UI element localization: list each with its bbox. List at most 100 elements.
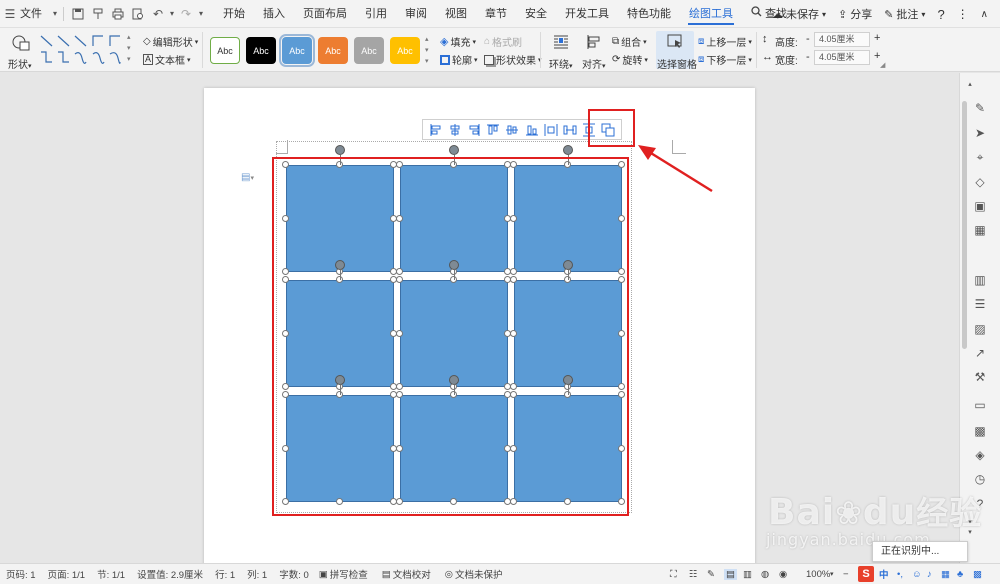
help-icon[interactable]: ? xyxy=(931,7,950,22)
share-button[interactable]: ⇪ 分享 xyxy=(832,6,878,22)
skin-icon[interactable]: ♣ xyxy=(957,569,963,580)
more-icon[interactable]: ⋮ xyxy=(951,7,975,21)
zoom-level[interactable]: 100% xyxy=(806,569,830,580)
chart-icon[interactable]: ▥ xyxy=(972,272,988,288)
comment-button[interactable]: ✎ 批注 ▾ xyxy=(878,6,931,22)
rotate-handle-icon[interactable] xyxy=(563,145,573,155)
scroll-up-icon[interactable]: ▴ xyxy=(962,76,978,92)
toolbox-icon[interactable]: ▩ xyxy=(973,569,982,580)
doc-proof-button[interactable]: ▤ 文档校对 xyxy=(382,567,431,582)
save-icon[interactable] xyxy=(68,0,88,28)
brush-icon[interactable]: ◇ xyxy=(972,174,988,190)
tab-developer[interactable]: 开发工具 xyxy=(556,0,618,28)
zoom-out-button[interactable]: − xyxy=(843,569,849,580)
microphone-icon[interactable]: ♪ xyxy=(927,569,932,580)
location-pin-icon[interactable]: ⌖ xyxy=(972,149,988,165)
select-pane-button[interactable]: 选择窗格 xyxy=(656,31,697,71)
image-icon[interactable]: ▨ xyxy=(972,321,988,337)
page-number[interactable]: 页码: 1 xyxy=(6,567,36,581)
tools-icon[interactable]: ⚒ xyxy=(972,369,988,385)
paragraph-layout-icon[interactable]: ▤▾ xyxy=(241,172,254,183)
scroll-down-fast-icon[interactable]: ▾ xyxy=(962,524,978,540)
picture-icon[interactable]: ▩ xyxy=(972,423,988,439)
print-preview-icon[interactable] xyxy=(128,0,148,28)
shield-icon[interactable]: ◈ xyxy=(972,447,988,463)
gallery-scroll[interactable]: ▴ ▾ ▾ xyxy=(127,32,131,65)
write-mode-icon[interactable]: ✎ xyxy=(707,569,715,580)
tab-special[interactable]: 特色功能 xyxy=(618,0,680,28)
chevron-down-icon[interactable]: ▾ xyxy=(830,570,834,578)
align-center-icon[interactable] xyxy=(447,122,463,138)
tab-chapter[interactable]: 章节 xyxy=(476,0,516,28)
setting-value[interactable]: 设置值: 2.9厘米 xyxy=(137,567,203,581)
shape-style-black[interactable]: Abc xyxy=(246,37,276,64)
ime-chinese-mode[interactable]: 中 xyxy=(879,567,889,581)
edit-shape-button[interactable]: ◇ 编辑形状 ▾ xyxy=(143,34,198,49)
height-input[interactable]: 4.05厘米 xyxy=(814,32,870,47)
punctuation-icon[interactable]: •, xyxy=(897,569,903,580)
style-icon[interactable]: ▣ xyxy=(972,198,988,214)
tab-security[interactable]: 安全 xyxy=(516,0,556,28)
style-gallery-scroll[interactable]: ▴ ▾ ▾ xyxy=(425,34,429,67)
dialog-launcher-icon[interactable]: ◢ xyxy=(880,61,885,69)
shape-style-white[interactable]: Abc xyxy=(210,37,240,64)
eye-protect-icon[interactable]: ◉ xyxy=(779,569,787,580)
rotate-button[interactable]: ⟳ 旋转 ▾ xyxy=(612,52,648,67)
chevron-down-icon[interactable]: ▾ xyxy=(168,0,176,28)
undo-icon[interactable]: ↶ xyxy=(148,0,168,28)
shape-effect-button[interactable]: 形状效果 ▾ xyxy=(484,52,542,67)
row-number[interactable]: 行: 1 xyxy=(215,567,235,581)
send-backward-button[interactable]: ⧈ 下移一层 ▾ xyxy=(698,52,752,67)
distribute-vertical-icon[interactable] xyxy=(562,122,578,138)
width-input[interactable]: 4.05厘米 xyxy=(814,50,870,65)
shape-style-yellow[interactable]: Abc xyxy=(390,37,420,64)
settings-sliders-icon[interactable]: ☰ xyxy=(972,296,988,312)
height-increase-button[interactable]: + xyxy=(874,32,880,44)
redo-icon[interactable]: ↷ xyxy=(176,0,196,28)
shape-style-orange[interactable]: Abc xyxy=(318,37,348,64)
line-shapes-gallery[interactable] xyxy=(38,32,124,68)
wrap-button[interactable]: 环绕▾ xyxy=(547,32,575,71)
file-menu[interactable]: 文件 xyxy=(20,0,51,28)
height-decrease-button[interactable]: - xyxy=(806,33,810,45)
align-top-icon[interactable] xyxy=(485,122,501,138)
format-painter-icon[interactable] xyxy=(88,0,108,28)
chevron-down-icon[interactable]: ▾ xyxy=(196,0,206,28)
bring-forward-button[interactable]: ⧈ 上移一层 ▾ xyxy=(698,34,752,49)
column-number[interactable]: 列: 1 xyxy=(247,567,267,581)
help-icon[interactable]: ? xyxy=(972,496,988,512)
unsaved-status-button[interactable]: ☁ 未保存 ▾ xyxy=(766,6,832,22)
collapse-ribbon-icon[interactable]: ∧ xyxy=(975,9,994,20)
outline-view-icon[interactable]: ☷ xyxy=(689,569,698,580)
page-count[interactable]: 页面: 1/1 xyxy=(48,567,86,581)
shape-button[interactable]: 形状▾ xyxy=(8,32,34,71)
vertical-scrollbar-thumb[interactable] xyxy=(962,101,967,349)
align-left-icon[interactable] xyxy=(428,122,444,138)
doc-protect-button[interactable]: ◎ 文档未保护 xyxy=(445,567,503,582)
format-brush-button[interactable]: ⌂ 格式刷 xyxy=(484,34,522,49)
rotate-handle-icon[interactable] xyxy=(449,145,459,155)
table-icon[interactable]: ▦ xyxy=(972,222,988,238)
chevron-down-icon[interactable]: ▾ xyxy=(51,0,59,28)
text-box-button[interactable]: A 文本框 ▾ xyxy=(143,52,191,67)
word-count[interactable]: 字数: 0 xyxy=(279,567,309,581)
width-decrease-button[interactable]: - xyxy=(806,51,810,63)
emoji-icon[interactable]: ☺ xyxy=(912,569,922,580)
cursor-icon[interactable]: ➤ xyxy=(972,125,988,141)
tab-review[interactable]: 审阅 xyxy=(396,0,436,28)
archive-icon[interactable]: ▭ xyxy=(972,397,988,413)
pen-icon[interactable]: ✎ xyxy=(972,100,988,116)
fill-button[interactable]: ◈ 填充 ▾ xyxy=(440,34,476,49)
tab-references[interactable]: 引用 xyxy=(356,0,396,28)
history-icon[interactable]: ◷ xyxy=(972,471,988,487)
tab-home[interactable]: 开始 xyxy=(214,0,254,28)
align-middle-icon[interactable] xyxy=(504,122,520,138)
spell-check-button[interactable]: ▣ 拼写检查 xyxy=(319,567,368,582)
menu-icon[interactable]: ☰ xyxy=(0,0,20,28)
ime-logo-icon[interactable]: S xyxy=(858,566,874,582)
read-view-icon[interactable]: ▥ xyxy=(743,569,752,580)
group-button[interactable]: ⧉ 组合 ▾ xyxy=(612,34,647,49)
print-icon[interactable] xyxy=(108,0,128,28)
outline-button[interactable]: 轮廓 ▾ xyxy=(440,52,478,67)
rotate-handle-icon[interactable] xyxy=(335,145,345,155)
